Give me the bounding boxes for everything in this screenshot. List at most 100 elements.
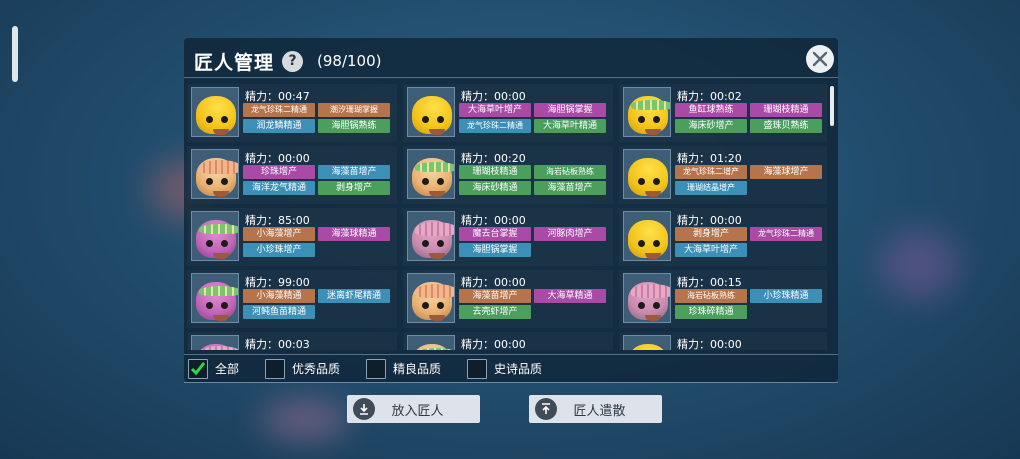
grid-scrollbar[interactable]	[830, 86, 834, 126]
eye	[437, 116, 444, 123]
fish-character-icon	[412, 220, 454, 259]
craftsman-portrait	[191, 87, 239, 137]
eye	[221, 116, 228, 123]
craftsman-card[interactable]: 精力：00:00	[619, 332, 827, 350]
skill-tag: 海胆锅掌握	[534, 103, 606, 117]
panel-header: 匠人管理 ? (98/100)	[194, 46, 382, 76]
skill-tag: 小珍珠增产	[243, 243, 315, 257]
fish-character-icon	[196, 282, 238, 321]
craftsman-portrait	[407, 211, 455, 261]
filter-checkbox[interactable]	[265, 358, 286, 379]
skill-tags: 鱼缸球熟练 珊瑚枝精通 海床砂增产 盛珠贝熟练	[675, 103, 825, 133]
filter-option[interactable]: 史诗品质	[467, 358, 543, 379]
craftsman-portrait	[191, 149, 239, 199]
close-icon	[812, 51, 828, 67]
skill-tag: 海床砂精通	[459, 181, 531, 195]
skill-tag: 珍珠碎精通	[675, 305, 747, 319]
stamina-label: 精力：00:47	[245, 90, 310, 103]
eye	[638, 178, 645, 185]
skill-tag: 迷离虾尾精通	[318, 289, 390, 303]
skill-tag: 小海藻精通	[243, 289, 315, 303]
mouth	[429, 253, 445, 259]
skill-tag: 海床砂增产	[675, 119, 747, 133]
skill-tags: 大海草叶增产 海胆锅掌握 龙气珍珠二精通 大海草叶精通	[459, 103, 609, 133]
filter-checkbox[interactable]	[467, 358, 488, 379]
skill-tag: 珊瑚结晶增产	[675, 181, 747, 195]
craftsman-portrait	[623, 273, 671, 323]
stamina-label: 精力：00:00	[461, 276, 526, 289]
skill-tag: 海藻苗增产	[534, 181, 606, 195]
skill-tags: 小海藻精通 迷离虾尾精通 河鲀鱼苗精通	[243, 289, 393, 319]
headwear-icon	[631, 100, 670, 110]
craftsman-portrait	[623, 211, 671, 261]
place-craftsman-button[interactable]: 放入匠人	[347, 395, 480, 423]
checkmark-icon	[190, 361, 206, 375]
craftsman-portrait	[623, 335, 671, 350]
craftsman-card[interactable]: 精力：00:00 海藻苗增产 大海草精通 去壳虾增产	[403, 270, 613, 328]
filter-checkbox[interactable]	[366, 358, 387, 379]
fish-character-icon	[412, 96, 452, 135]
craftsman-card[interactable]: 精力：00:00 魔去台掌握 河豚肉增产 海胆锅掌握	[403, 208, 613, 266]
skill-tags: 龙气珍珠二精通 潮汐珊瑚掌握 润龙鳞精通 海胆锅熟练	[243, 103, 393, 133]
craftsman-card[interactable]: 精力：00:03	[187, 332, 397, 350]
headwear-icon	[199, 224, 238, 234]
dismiss-craftsman-button[interactable]: 匠人遣散	[529, 395, 662, 423]
craftsman-card[interactable]: 精力：00:00 剥身增产 龙气珍珠二精通 大海草叶增产	[619, 208, 827, 266]
fish-character-icon	[196, 158, 238, 197]
eye	[437, 178, 444, 185]
craftsman-card[interactable]: 精力：99:00 小海藻精通 迷离虾尾精通 河鲀鱼苗精通	[187, 270, 397, 328]
skill-tag: 海岩砧板熟练	[675, 289, 747, 303]
skill-tag: 龙气珍珠二增产	[675, 165, 747, 179]
fish-character-icon	[628, 158, 668, 197]
filter-label: 史诗品质	[494, 362, 543, 376]
skill-tag: 海藻球精通	[318, 227, 390, 241]
mouth	[645, 253, 661, 259]
skill-tag: 海岩砧板熟练	[534, 165, 606, 179]
filter-option[interactable]: 全部	[188, 358, 239, 379]
filter-checkbox[interactable]	[188, 358, 208, 379]
mouth	[213, 191, 229, 197]
craftsman-card[interactable]: 精力：85:00 小海藻增产 海藻球精通 小珍珠增产	[187, 208, 397, 266]
craftsman-card[interactable]: 精力：00:02 鱼缸球熟练 珊瑚枝精通 海床砂增产 盛珠贝熟练	[619, 84, 827, 142]
eye	[653, 240, 660, 247]
skill-tags: 海岩砧板熟练 小珍珠精通 珍珠碎精通	[675, 289, 825, 319]
craftsman-card[interactable]: 精力：00:00 大海草叶增产 海胆锅掌握 龙气珍珠二精通 大海草叶精通	[403, 84, 613, 142]
help-icon[interactable]: ?	[282, 50, 304, 72]
fish-character-icon	[628, 220, 668, 259]
mouth	[645, 315, 661, 321]
craftsman-portrait	[407, 273, 455, 323]
filter-label: 优秀品质	[292, 362, 341, 376]
upload-icon	[535, 398, 557, 420]
craftsman-card[interactable]: 精力：00:20 珊瑚枝精通 海岩砧板熟练 海床砂精通 海藻苗增产	[403, 146, 613, 204]
craftsman-card[interactable]: 精力：00:15 海岩砧板熟练 小珍珠精通 珍珠碎精通	[619, 270, 827, 328]
eye	[653, 116, 660, 123]
craftsman-card[interactable]: 精力：00:47 龙气珍珠二精通 潮汐珊瑚掌握 润龙鳞精通 海胆锅熟练	[187, 84, 397, 142]
headwear-icon	[415, 348, 454, 350]
craftsman-panel: 匠人管理 ? (98/100) 精力：00:47 龙气珍珠二精通 潮汐珊瑚掌握 润龙鳞…	[184, 38, 838, 382]
craftsman-card[interactable]: 精力：01:20 龙气珍珠二增产 海藻球增产 珊瑚结晶增产	[619, 146, 827, 204]
skill-tags: 珍珠增产 海藻苗增产 海洋龙气精通 剥身增产	[243, 165, 393, 195]
side-drag-handle[interactable]	[12, 26, 18, 82]
mouth	[645, 191, 661, 197]
stamina-label: 精力：00:00	[677, 338, 742, 350]
headwear-icon	[199, 160, 238, 174]
close-button[interactable]	[806, 45, 834, 73]
stamina-label: 精力：99:00	[245, 276, 310, 289]
eye	[422, 240, 429, 247]
craftsman-card[interactable]: 精力：00:00	[403, 332, 613, 350]
filter-option[interactable]: 优秀品质	[265, 358, 341, 379]
fish-character-icon	[628, 282, 670, 321]
headwear-icon	[199, 346, 238, 350]
craftsman-card[interactable]: 精力：00:00 珍珠增产 海藻苗增产 海洋龙气精通 剥身增产	[187, 146, 397, 204]
mouth	[645, 129, 661, 135]
filter-label: 精良品质	[393, 362, 442, 376]
fish-character-icon	[628, 344, 668, 350]
stamina-label: 精力：00:00	[245, 152, 310, 165]
craftsman-portrait	[407, 149, 455, 199]
eye	[221, 240, 228, 247]
skill-tag: 海洋龙气精通	[243, 181, 315, 195]
skill-tag: 珊瑚枝精通	[459, 165, 531, 179]
filter-option[interactable]: 精良品质	[366, 358, 442, 379]
stamina-label: 精力：00:02	[677, 90, 742, 103]
craftsman-portrait	[191, 335, 239, 350]
